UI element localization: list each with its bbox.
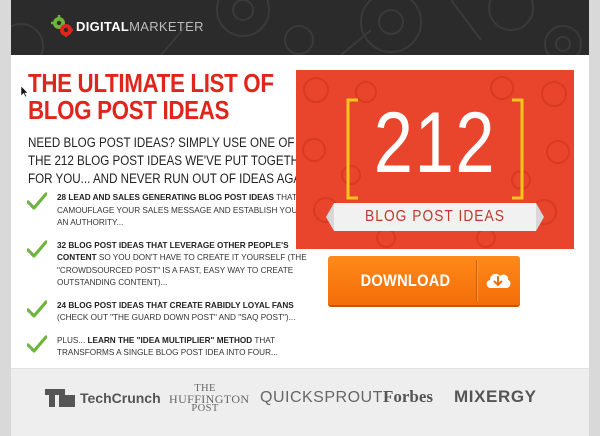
lead-paragraph: NEED BLOG POST IDEAS? SIMPLY USE ONE OF … bbox=[28, 134, 316, 188]
download-now-label: DOWNLOAD NOW bbox=[360, 271, 451, 339]
idea-count: 212 bbox=[373, 95, 497, 191]
huffington-post-logo: THE HUFFINGTON POST bbox=[169, 383, 249, 414]
bullet-3-bold: 24 BLOG POST IDEAS THAT CREATE RABIDLY L… bbox=[57, 300, 294, 310]
quicksprout-logo: QUICKSPROUT bbox=[260, 389, 383, 406]
list-item: PLUS... LEARN THE "IDEA MULTIPLIER" METH… bbox=[27, 334, 307, 360]
list-item: 32 BLOG POST IDEAS THAT LEVERAGE OTHER P… bbox=[27, 239, 307, 290]
techcrunch-mark-icon bbox=[45, 389, 75, 407]
checkmark-icon bbox=[27, 334, 47, 353]
techcrunch-logo: TechCrunch bbox=[45, 389, 161, 407]
lead-line-3: FOR YOU... AND NEVER RUN OUT OF IDEAS AG… bbox=[28, 171, 316, 186]
bullet-1-rest: THAT bbox=[274, 193, 297, 202]
logo-wordmark: DIGITALMARKETER bbox=[76, 19, 204, 34]
bullet-3-line-2: (CHECK OUT "THE GUARD DOWN POST" AND "SA… bbox=[57, 313, 296, 322]
page-title: THE ULTIMATE LIST OF BLOG POST IDEAS bbox=[28, 68, 274, 125]
techcrunch-name: TechCrunch bbox=[80, 390, 161, 406]
button-divider bbox=[476, 260, 477, 301]
gear-logo-icon bbox=[51, 15, 73, 37]
lead-line-2: THE 212 BLOG POST IDEAS WE'VE PUT TOGETH… bbox=[28, 153, 316, 168]
landing-page: DIGITALMARKETER THE ULTIMATE LIST OF BLO… bbox=[11, 0, 589, 436]
bullet-4-prefix: PLUS... bbox=[57, 335, 88, 345]
bullet-4-bold: LEARN THE "IDEA MULTIPLIER" METHOD bbox=[87, 335, 253, 345]
list-item: 24 BLOG POST IDEAS THAT CREATE RABIDLY L… bbox=[27, 299, 307, 325]
logo-bold-text: DIGITAL bbox=[76, 18, 130, 34]
bullet-2-bold-2: CONTENT bbox=[57, 253, 97, 262]
lead-line-1: NEED BLOG POST IDEAS? SIMPLY USE ONE OF bbox=[28, 135, 295, 150]
cloud-download-icon bbox=[486, 273, 511, 288]
bullet-2-line-3: "CROWDSOURCED POST" IS A FAST, EASY WAY … bbox=[57, 265, 294, 275]
site-header: DIGITALMARKETER bbox=[11, 0, 589, 55]
page-title-line-2: BLOG POST IDEAS bbox=[28, 95, 230, 125]
bullet-1-line-3: AN AUTHORITY... bbox=[57, 218, 124, 227]
download-now-button[interactable]: DOWNLOAD NOW bbox=[328, 256, 520, 339]
digitalmarketer-logo[interactable]: DIGITALMARKETER bbox=[51, 14, 204, 38]
ribbon-label: BLOG POST IDEAS bbox=[365, 208, 505, 225]
logo-light-text: MARKETER bbox=[129, 18, 204, 34]
benefit-list: 28 LEAD AND SALES GENERATING BLOG POST I… bbox=[27, 192, 310, 370]
bullet-2-line-4: OUTSTANDING CONTENT)... bbox=[57, 278, 168, 287]
checkmark-icon bbox=[27, 192, 47, 210]
bullet-1-bold: 28 LEAD AND SALES GENERATING BLOG POST I… bbox=[57, 193, 274, 202]
bullet-2-rest: SO YOU DON'T HAVE TO CREATE IT YOURSELF … bbox=[96, 253, 307, 262]
as-seen-on-strip: TechCrunch THE HUFFINGTON POST QUICKSPRO… bbox=[11, 368, 589, 436]
bullet-4-rest: THAT bbox=[252, 335, 276, 345]
page-title-line-1: THE ULTIMATE LIST OF bbox=[28, 68, 274, 98]
list-item: 28 LEAD AND SALES GENERATING BLOG POST I… bbox=[27, 192, 310, 230]
forbes-logo: Forbes bbox=[383, 387, 434, 406]
ebook-cover: 212 BLOG POST IDEAS bbox=[296, 70, 574, 249]
checkmark-icon bbox=[27, 239, 47, 258]
bullet-1-line-2: CAMOUFLAGE YOUR SALES MESSAGE AND ESTABL… bbox=[57, 205, 310, 215]
checkmark-icon bbox=[27, 299, 47, 318]
bullet-4-line-2: TRANSFORMS A SINGLE BLOG POST IDEA INTO … bbox=[57, 348, 278, 357]
bullet-2-bold-1: 32 BLOG POST IDEAS THAT LEVERAGE OTHER P… bbox=[57, 240, 289, 250]
mixergy-logo: MIXERGY bbox=[454, 387, 537, 406]
